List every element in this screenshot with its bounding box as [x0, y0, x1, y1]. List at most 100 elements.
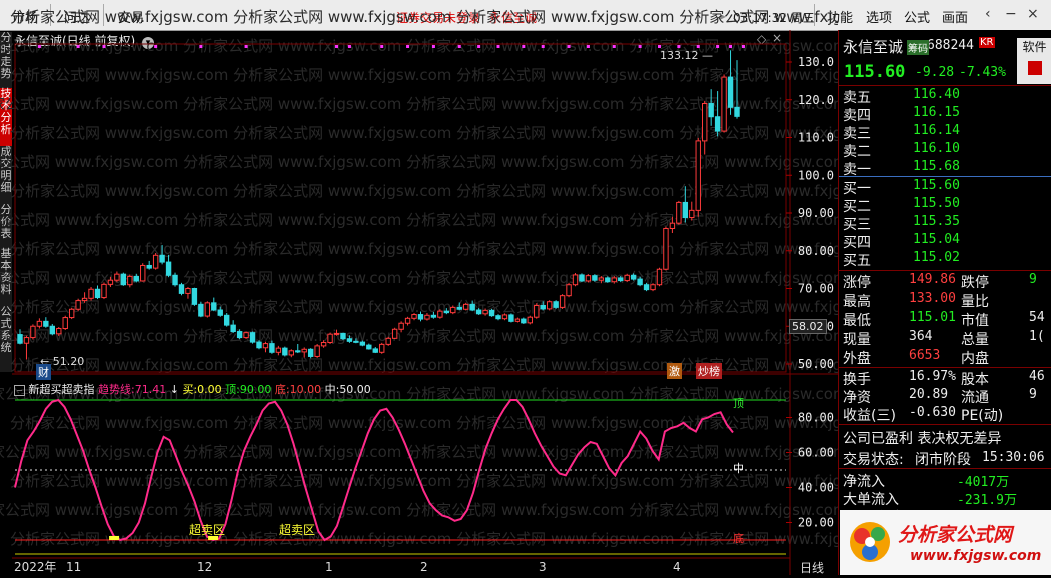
indicator-header: − 新超买超卖指 趋势线:71.41 ↓ 买:0.00 顶:90.00 底:10…: [14, 381, 371, 397]
candle-body: [333, 332, 340, 335]
candle-body: [598, 277, 605, 281]
divider: [839, 468, 1051, 469]
quote-stock-name: 永信至诚: [843, 38, 904, 56]
candle-body: [282, 347, 288, 356]
watermark-text: 分析家公式网 www.fxjgsw.com 分析家公式网 www.fxjgsw.…: [0, 327, 838, 345]
candle-body: [133, 275, 139, 282]
top-marker: [477, 45, 481, 48]
candle-body: [165, 261, 172, 276]
watermark-text: 分析家公式网 www.fxjgsw.com 分析家公式网 www.fxjgsw.…: [0, 443, 838, 461]
candle-body: [114, 273, 120, 281]
flow-label: 大单流入: [843, 492, 899, 508]
buy-label: 买:: [182, 383, 198, 396]
candle-body: [714, 116, 721, 132]
candle-body: [482, 309, 488, 315]
stat-label: 内盘: [961, 351, 989, 367]
kr-tag: KR: [979, 37, 995, 48]
candle-body: [534, 304, 540, 318]
candle-body: [495, 315, 501, 320]
candle-body: [456, 306, 462, 310]
candle-body: [611, 277, 617, 283]
top-marker: [612, 45, 616, 48]
formula-button[interactable]: 公式: [904, 7, 930, 26]
candle-body: [101, 283, 107, 299]
candle-body: [424, 314, 430, 320]
screen-button[interactable]: 画面: [942, 7, 968, 26]
bid-level-label: 买二: [843, 199, 871, 215]
options-button[interactable]: 选项: [866, 7, 892, 26]
stat-value: 16.97%: [909, 369, 956, 384]
top-marker: [76, 45, 80, 48]
candle-body: [656, 268, 663, 286]
close-icon[interactable]: ×: [1027, 6, 1039, 22]
x-axis-label: 11: [66, 560, 81, 574]
candle-body: [185, 288, 191, 294]
watermark-text: 分析家公式网 www.fxjgsw.com 分析家公式网 www.fxjgsw.…: [10, 530, 838, 548]
candle-body: [663, 227, 669, 270]
candle-body: [475, 309, 482, 315]
candle-body: [120, 273, 127, 286]
software-tab[interactable]: 软件: [1017, 38, 1051, 84]
candle-body: [559, 295, 566, 308]
candle-body: [618, 277, 624, 282]
x-axis: 2022年 11 12 1 2 3 4: [12, 557, 790, 574]
hotlist-badge[interactable]: 炒榜: [696, 363, 722, 379]
candle-body: [49, 325, 55, 335]
indicator-tick-label: 60.00: [798, 446, 834, 460]
stat-value: 9: [1029, 272, 1037, 287]
candle-body: [546, 301, 553, 310]
top-marker: [541, 45, 545, 48]
minimize-icon[interactable]: −: [1005, 6, 1017, 22]
price-tick-label: 50.00: [798, 357, 834, 371]
active-badge[interactable]: 激: [667, 363, 682, 379]
candle-body: [579, 274, 585, 282]
top-label: 顶:: [225, 383, 240, 396]
candle-body: [676, 201, 682, 224]
candle-body: [508, 314, 514, 322]
candle-body: [81, 297, 88, 302]
chip-tab[interactable]: 筹码: [907, 40, 929, 55]
candle-body: [30, 325, 36, 339]
candle-body: [708, 103, 714, 118]
candle-body: [566, 284, 572, 297]
candle-body: [288, 350, 294, 356]
stat-label: 净资: [843, 390, 871, 406]
candle-body: [650, 284, 656, 291]
back-icon[interactable]: ‹: [985, 6, 991, 22]
stat-label: 现量: [843, 332, 871, 348]
stat-value: 133.00: [909, 291, 956, 306]
quote-stock-code: 688244: [927, 38, 974, 53]
candle-body: [695, 140, 701, 211]
stat-label: 总量: [961, 332, 989, 348]
stat-value: 54: [1029, 310, 1045, 325]
top-marker: [406, 45, 410, 48]
bid-level-price: 115.50: [913, 196, 960, 211]
site-logo-title: 分析家公式网: [898, 524, 1013, 546]
ask-level-label: 卖五: [843, 90, 871, 106]
candle-body: [211, 302, 217, 311]
candle-body: [372, 348, 378, 353]
top-marker: [638, 45, 642, 48]
ask-level-price: 116.15: [913, 105, 960, 120]
candle-body: [243, 332, 249, 339]
collapse-icon[interactable]: −: [14, 385, 25, 396]
top-marker: [457, 45, 461, 48]
mid-label: 中:: [324, 383, 340, 396]
indicator-name[interactable]: 新超买超卖指: [29, 383, 95, 396]
ask-level-price: 116.14: [913, 123, 960, 138]
ask-level-label: 卖三: [843, 126, 871, 142]
period-label[interactable]: 日线: [800, 559, 824, 576]
stat-label: 量比: [961, 294, 989, 310]
candle-body: [540, 304, 546, 310]
mid-line-label: 中: [733, 462, 744, 475]
candle-body: [230, 324, 236, 333]
candle-body: [450, 306, 456, 314]
candle-body: [417, 314, 424, 320]
mid-value: 50.00: [339, 383, 371, 396]
candle-body: [366, 344, 372, 350]
candle-body: [217, 309, 223, 316]
watermark-text: 分析家公式网 www.fxjgsw.com 分析家公式网 www.fxjgsw.…: [10, 414, 838, 432]
candle-body: [295, 350, 301, 353]
candle-body: [275, 347, 282, 353]
flow-label: 净流入: [843, 474, 885, 490]
